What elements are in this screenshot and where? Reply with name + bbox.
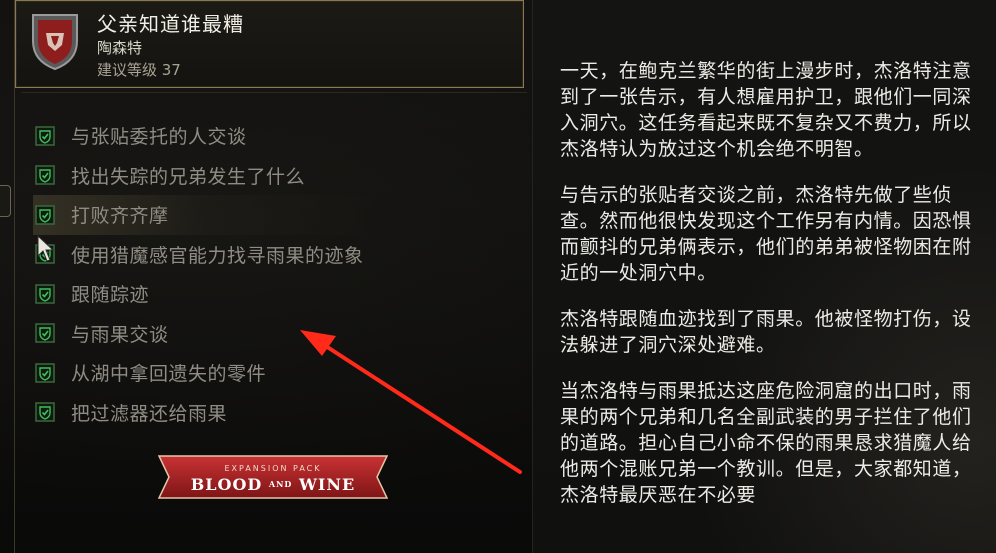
checkmark-shield-icon [35,402,55,422]
objective-item[interactable]: 使用猎魔感官能力找寻雨果的迹象 [33,235,523,275]
objective-item[interactable]: 与雨果交谈 [33,314,523,354]
description-paragraph: 一天，在鲍克兰繁华的街上漫步时，杰洛特注意到了一张告示，有人想雇用护卫，跟他们一… [560,60,972,160]
checkmark-shield-icon [35,284,55,304]
badge-top-text: EXPANSION PACK [224,464,321,473]
quest-journal-screen: 父亲知道谁最糟 陶森特 建议等级 37 与张贴委托的人交谈 找出失踪的兄弟发生了… [0,0,996,553]
objective-item[interactable]: 与张贴委托的人交谈 [33,116,523,156]
red-shield-heraldry-icon [30,11,80,71]
description-paragraph: 与告示的张贴者交谈之前，杰洛特先做了些侦查。然而他很快发现这个工作另有内情。因恐… [560,184,972,284]
objective-list: 与张贴委托的人交谈 找出失踪的兄弟发生了什么 打败齐齐摩 使用猎魔感官能力找寻雨… [33,116,523,432]
badge-word-and: AND [268,479,292,489]
quest-description-panel: 一天，在鲍克兰繁华的街上漫步时，杰洛特注意到了一张告示，有人想雇用护卫，跟他们一… [532,0,996,553]
expansion-pack-badge: EXPANSION PACK BLOOD AND WINE [155,454,391,500]
divider [21,92,527,93]
objective-item[interactable]: 把过滤器还给雨果 [33,393,523,433]
badge-word-blood: BLOOD [191,475,263,494]
objective-label: 找出失踪的兄弟发生了什么 [71,165,306,188]
objective-item[interactable]: 从湖中拿回遗失的零件 [33,353,523,393]
quest-details-panel: 父亲知道谁最糟 陶森特 建议等级 37 与张贴委托的人交谈 找出失踪的兄弟发生了… [14,0,529,553]
checkmark-shield-icon [35,205,55,225]
quest-region: 陶森特 [97,39,143,57]
description-paragraph: 杰洛特跟随血迹找到了雨果。他被怪物打伤，设法躲进了洞穴深处避难。 [560,308,972,356]
journal-side-tab[interactable] [0,185,11,217]
objective-label: 跟随踪迹 [71,284,150,307]
mouse-cursor-icon [36,234,58,264]
suggested-level: 建议等级 37 [97,61,181,79]
quest-description: 一天，在鲍克兰繁华的街上漫步时，杰洛特注意到了一张告示，有人想雇用护卫，跟他们一… [560,58,978,528]
objective-label: 从湖中拿回遗失的零件 [71,363,267,386]
description-paragraph: 当杰洛特与雨果抵达这座危险洞窟的出口时，雨果的两个兄弟和几名全副武装的男子拦住了… [560,380,972,506]
objective-item[interactable]: 找出失踪的兄弟发生了什么 [33,156,523,196]
checkmark-shield-icon [35,165,55,185]
badge-word-wine: WINE [298,475,355,494]
objective-label: 打败齐齐摩 [71,205,169,228]
objective-item[interactable]: 跟随踪迹 [33,274,523,314]
objective-label: 把过滤器还给雨果 [71,402,228,425]
quest-header: 父亲知道谁最糟 陶森特 建议等级 37 [15,0,524,88]
objective-label: 与雨果交谈 [71,323,169,346]
objective-item-selected[interactable]: 打败齐齐摩 [33,195,523,235]
checkmark-shield-icon [35,323,55,343]
objective-label: 与张贴委托的人交谈 [71,126,247,149]
checkmark-shield-icon [35,363,55,383]
objective-label: 使用猎魔感官能力找寻雨果的迹象 [71,244,364,267]
quest-title: 父亲知道谁最糟 [97,12,244,36]
checkmark-shield-icon [35,126,55,146]
